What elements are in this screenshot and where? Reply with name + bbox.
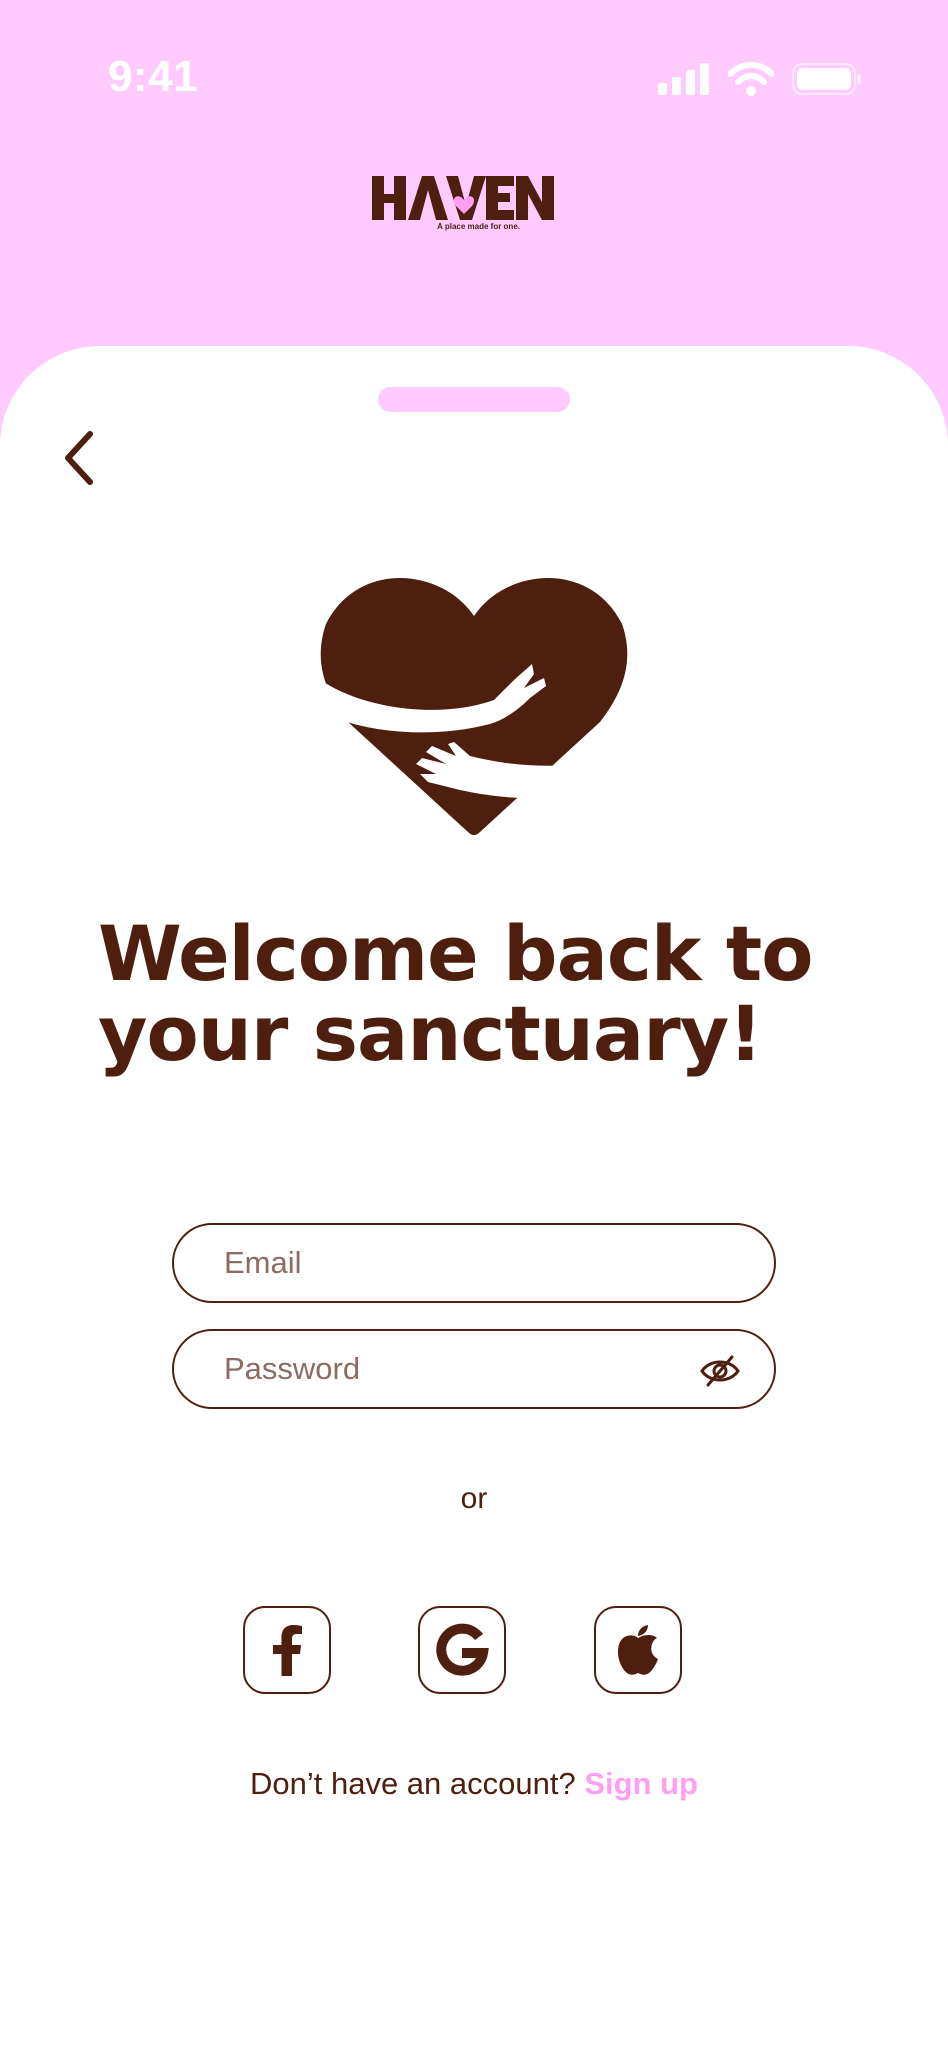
status-time: 9:41 [108, 52, 199, 101]
heart-hug-icon [318, 578, 630, 835]
welcome-headline: Welcome back to your sanctuary! [98, 914, 878, 1074]
brand-logo-block: A place made for one. [372, 172, 556, 231]
headline-line-2: your sanctuary! [98, 989, 763, 1078]
back-button[interactable] [48, 422, 108, 494]
email-field-container [172, 1223, 776, 1303]
login-screen: 9:41 A place made for one. Welcome back … [0, 0, 948, 2049]
password-visibility-toggle[interactable] [700, 1351, 740, 1391]
signup-link[interactable]: Sign up [584, 1766, 698, 1801]
password-input[interactable] [224, 1339, 664, 1399]
chevron-left-icon [65, 431, 93, 485]
password-field-container [172, 1329, 776, 1409]
signup-prompt: Don’t have an account? Sign up [0, 1766, 948, 1802]
google-login-button[interactable] [418, 1606, 506, 1694]
apple-icon [617, 1625, 658, 1675]
signup-prompt-text: Don’t have an account? [249, 1766, 576, 1801]
facebook-icon [273, 1625, 302, 1676]
brand-tagline: A place made for one. [437, 222, 520, 231]
or-divider: or [460, 1482, 488, 1515]
haven-logo [372, 176, 554, 220]
headline-line-1: Welcome back to [98, 909, 813, 998]
apple-login-button[interactable] [594, 1606, 682, 1694]
email-input[interactable] [224, 1233, 664, 1293]
wifi-icon [728, 62, 774, 96]
eye-off-icon [700, 1355, 740, 1387]
status-icons [658, 62, 862, 96]
cellular-signal-icon [658, 63, 709, 95]
login-sheet: Welcome back to your sanctuary! or [0, 346, 948, 2049]
sheet-grabber[interactable] [378, 387, 570, 412]
google-icon [436, 1623, 489, 1676]
battery-icon [792, 63, 861, 95]
facebook-login-button[interactable] [243, 1606, 331, 1694]
